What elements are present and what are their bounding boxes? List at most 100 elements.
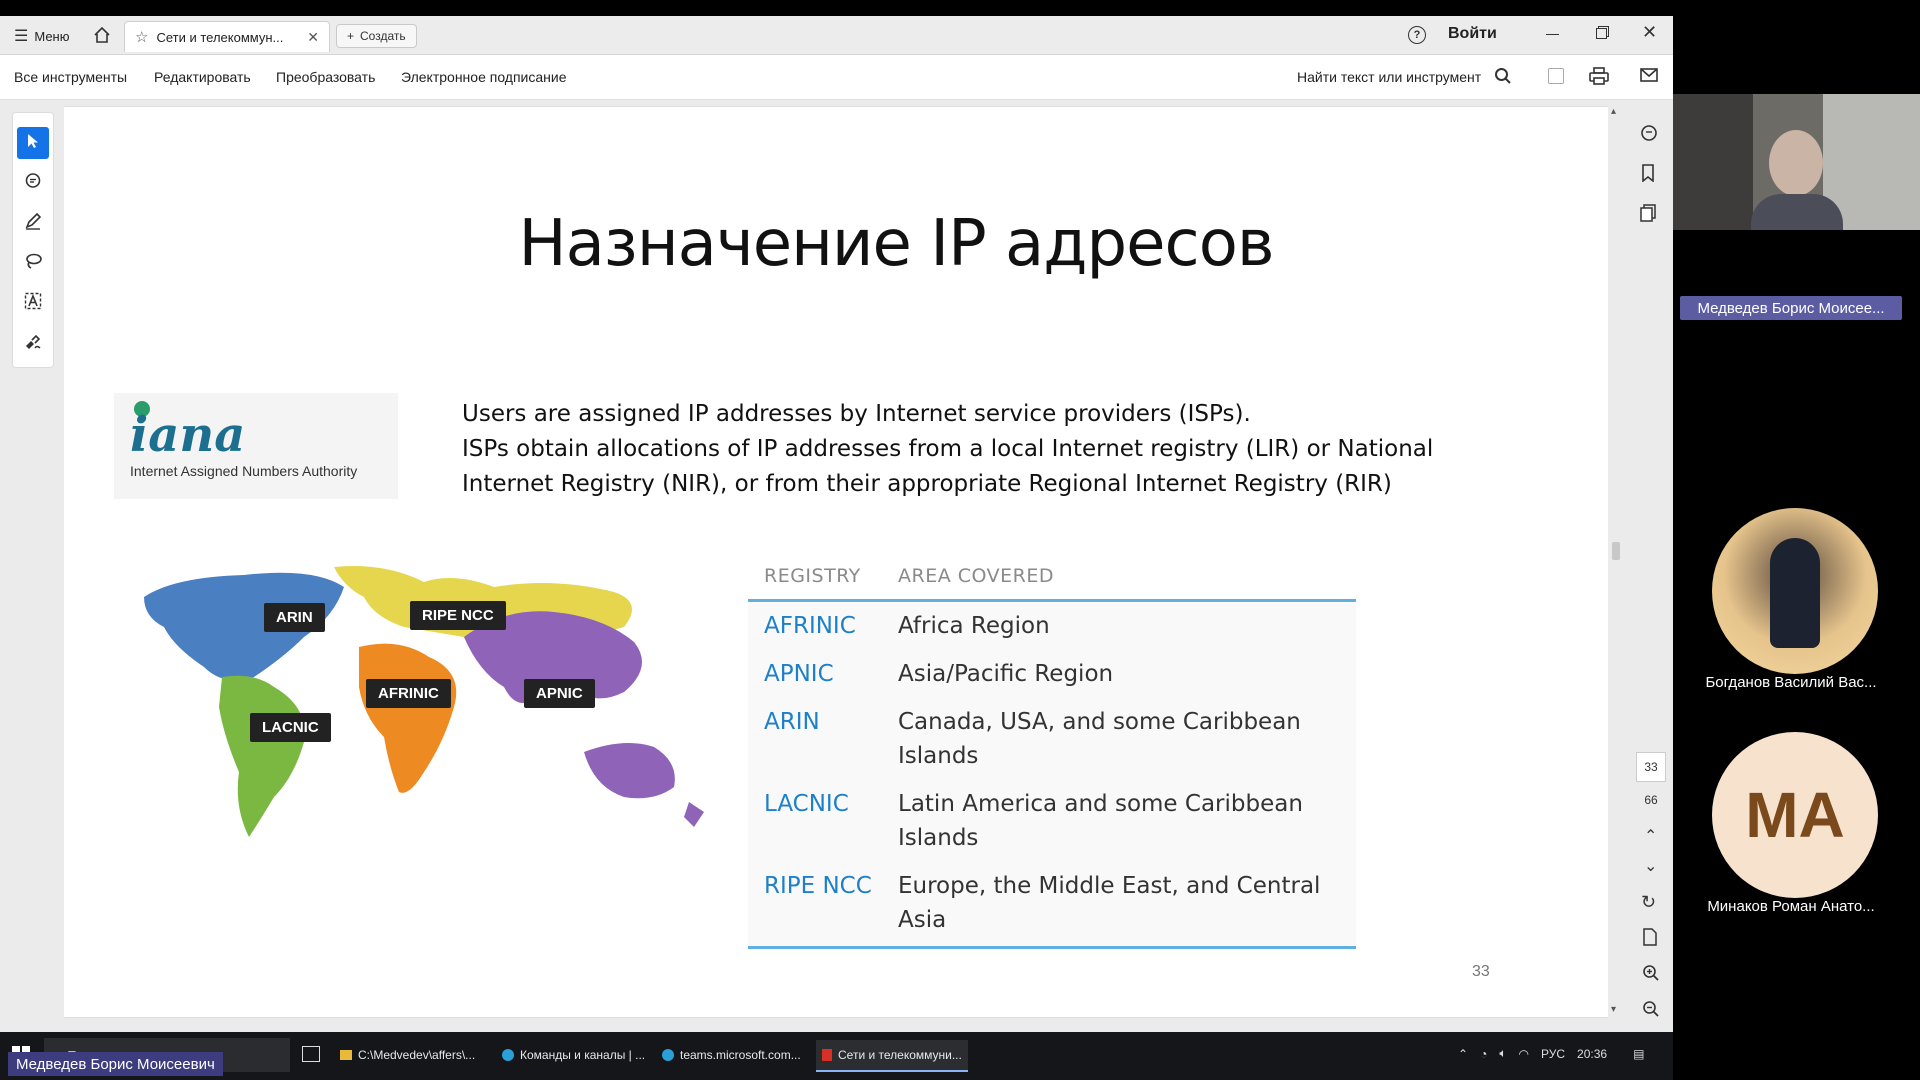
pdf-icon: [822, 1049, 832, 1061]
close-window-icon[interactable]: ✕: [1642, 22, 1657, 43]
registry-area: Latin America and some Caribbean Islands: [898, 791, 1303, 851]
registry-area: Asia/Pacific Region: [898, 661, 1114, 687]
document-tab[interactable]: ☆ Сети и телекоммун... ✕: [124, 21, 330, 52]
map-label-lacnic: LACNIC: [250, 713, 331, 742]
menu-button[interactable]: ☰ Меню: [14, 26, 69, 46]
slide-paragraph-1: Users are assigned IP addresses by Inter…: [462, 401, 1251, 427]
comment-search-icon[interactable]: [1640, 124, 1658, 147]
document-page: Назначение IP адресов iana Internet Assi…: [64, 106, 1608, 1018]
windows-taskbar: ⌕ Поиск C:\Medvedev\affers\... Команды и…: [0, 1032, 1673, 1080]
folder-icon: [340, 1050, 352, 1060]
language-indicator[interactable]: РУС: [1541, 1047, 1565, 1061]
map-label-afrinic: AFRINIC: [366, 679, 451, 708]
menu-e-sign[interactable]: Электронное подписание: [401, 69, 567, 85]
tab-bar: ☰ Меню ☆ Сети и телекоммун... ✕ + Создат…: [0, 16, 1673, 55]
prev-page-icon[interactable]: ⌃: [1644, 826, 1657, 846]
slide-paragraph-3: Internet Registry (NIR), or from their a…: [462, 471, 1392, 497]
wifi-icon[interactable]: ◠: [1519, 1047, 1529, 1061]
avatar-initials: МА: [1745, 779, 1845, 851]
network-icon[interactable]: ◔: [1480, 1047, 1487, 1061]
hamburger-icon: ☰: [14, 28, 29, 45]
registry-area: Europe, the Middle East, and Central Asi…: [898, 873, 1321, 933]
participant-avatar-bogdanov[interactable]: [1712, 508, 1878, 674]
login-button[interactable]: Войти: [1448, 25, 1497, 43]
text-tool[interactable]: [17, 287, 49, 319]
table-row: RIPE NCC Europe, the Middle East, and Ce…: [748, 863, 1356, 945]
iana-logo-word: iana: [130, 407, 246, 463]
menu-label: Меню: [34, 28, 70, 44]
taskbar-explorer[interactable]: C:\Medvedev\affers\...: [334, 1040, 481, 1070]
restore-icon[interactable]: [1596, 28, 1607, 39]
left-tools-panel: [12, 112, 54, 368]
pages-icon[interactable]: [1640, 204, 1656, 227]
plus-icon: +: [347, 29, 355, 43]
edge-icon: [502, 1049, 514, 1061]
registry-area: Canada, USA, and some Caribbean Islands: [898, 709, 1301, 769]
help-icon[interactable]: ?: [1408, 26, 1426, 44]
find-text-or-tool[interactable]: Найти текст или инструмент: [1297, 69, 1481, 85]
text-box-icon: [24, 292, 42, 315]
minimize-icon[interactable]: [1546, 34, 1559, 35]
menu-convert[interactable]: Преобразовать: [276, 69, 375, 85]
select-tool[interactable]: [17, 127, 49, 159]
mail-icon[interactable]: [1640, 68, 1658, 87]
presenter-body: [1751, 194, 1843, 230]
star-icon[interactable]: ☆: [135, 28, 148, 46]
comment-tool[interactable]: [17, 167, 49, 199]
table-bottom-rule: [748, 946, 1356, 949]
notifications-icon[interactable]: ▤: [1633, 1047, 1644, 1061]
participant-name-minakov: Минаков Роман Анато...: [1707, 898, 1875, 915]
save-icon[interactable]: [1548, 68, 1564, 84]
registry-name: LACNIC: [764, 791, 849, 817]
slide-title: Назначение IP адресов: [518, 207, 1274, 281]
tools-toolbar: Все инструменты Редактировать Преобразов…: [0, 55, 1673, 100]
taskbar-pdf-reader[interactable]: Сети и телекоммуни...: [816, 1040, 968, 1072]
participant-avatar-minakov[interactable]: МА: [1712, 732, 1878, 898]
table-top-rule: [748, 599, 1356, 602]
bookmark-icon[interactable]: [1640, 164, 1656, 187]
signature-pen-icon: [24, 332, 42, 355]
registry-table: REGISTRY AREA COVERED AFRINIC Africa Reg…: [748, 565, 1356, 955]
map-label-arin: ARIN: [264, 603, 325, 632]
iana-logo-subtitle: Internet Assigned Numbers Authority: [130, 463, 358, 479]
tab-title: Сети и телекоммун...: [156, 29, 284, 45]
next-page-icon[interactable]: ⌄: [1644, 856, 1657, 876]
registry-name: APNIC: [764, 661, 834, 687]
presenter-video[interactable]: [1673, 94, 1920, 230]
current-page-input[interactable]: 33: [1636, 752, 1666, 782]
close-tab-icon[interactable]: ✕: [307, 29, 319, 46]
sign-tool[interactable]: [17, 327, 49, 359]
create-label: Создать: [360, 29, 406, 43]
zoom-out-icon[interactable]: [1642, 1000, 1660, 1023]
taskbar-teams-web-label: teams.microsoft.com...: [680, 1048, 801, 1062]
slide-page-number: 33: [1472, 963, 1490, 980]
map-label-ripe-ncc: RIPE NCC: [410, 601, 506, 630]
task-view-icon[interactable]: [302, 1046, 320, 1062]
home-icon[interactable]: [92, 25, 112, 50]
draw-tool[interactable]: [17, 207, 49, 239]
search-icon[interactable]: [1494, 67, 1512, 90]
tray-expand-icon[interactable]: ⌃: [1458, 1047, 1468, 1061]
presenter-head: [1769, 130, 1823, 196]
refresh-icon[interactable]: ↻: [1641, 892, 1656, 913]
zoom-in-icon[interactable]: [1642, 964, 1660, 987]
active-speaker-badge: Медведев Борис Моисеевич: [8, 1052, 223, 1076]
menu-edit[interactable]: Редактировать: [154, 69, 251, 85]
map-label-apnic: APNIC: [524, 679, 595, 708]
create-button[interactable]: + Создать: [336, 24, 417, 48]
taskbar-edge-teams-channels[interactable]: Команды и каналы | ...: [496, 1040, 651, 1070]
menu-all-tools[interactable]: Все инструменты: [14, 69, 127, 85]
taskbar-pdf-label: Сети и телекоммуни...: [838, 1048, 962, 1062]
comment-icon: [24, 172, 42, 195]
lasso-tool[interactable]: [17, 247, 49, 279]
taskbar-edge-teams-web[interactable]: teams.microsoft.com...: [656, 1040, 807, 1070]
pen-icon: [24, 212, 42, 235]
clock[interactable]: 20:36: [1577, 1047, 1607, 1061]
volume-icon[interactable]: 🔈︎: [1499, 1046, 1506, 1061]
taskbar-teams-channels-label: Команды и каналы | ...: [520, 1048, 646, 1062]
rir-world-map: ARIN RIPE NCC AFRINIC APNIC LACNIC: [134, 557, 774, 857]
page-fit-icon[interactable]: [1642, 928, 1658, 951]
print-icon[interactable]: [1589, 67, 1609, 90]
iana-logo: iana Internet Assigned Numbers Authority: [114, 393, 398, 499]
table-row: ARIN Canada, USA, and some Caribbean Isl…: [748, 699, 1356, 781]
